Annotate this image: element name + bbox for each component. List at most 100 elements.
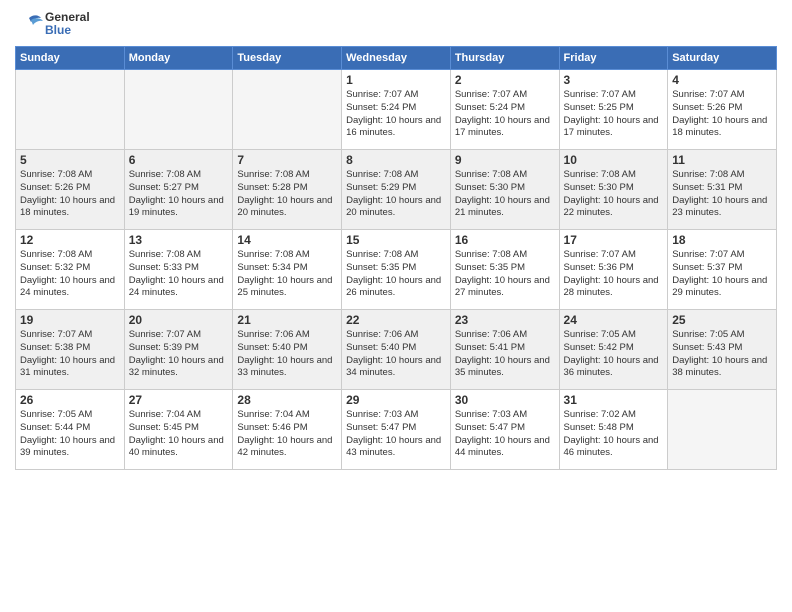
day-info: Sunrise: 7:07 AM Sunset: 5:39 PM Dayligh… (129, 329, 229, 380)
day-number: 19 (20, 313, 120, 327)
calendar-cell: 9 Sunrise: 7:08 AM Sunset: 5:30 PM Daylig… (450, 150, 559, 230)
day-info: Sunrise: 7:07 AM Sunset: 5:38 PM Dayligh… (20, 329, 120, 380)
day-number: 15 (346, 233, 446, 247)
day-number: 13 (129, 233, 229, 247)
calendar-cell: 8 Sunrise: 7:08 AM Sunset: 5:29 PM Daylig… (342, 150, 451, 230)
logo: General Blue (15, 10, 90, 38)
logo-text-block: General Blue (15, 10, 90, 38)
day-info: Sunrise: 7:08 AM Sunset: 5:31 PM Dayligh… (672, 169, 772, 220)
day-number: 17 (564, 233, 664, 247)
day-number: 24 (564, 313, 664, 327)
day-number: 21 (237, 313, 337, 327)
calendar-cell: 20 Sunrise: 7:07 AM Sunset: 5:39 PM Dayli… (124, 310, 233, 390)
day-info: Sunrise: 7:06 AM Sunset: 5:41 PM Dayligh… (455, 329, 555, 380)
day-info: Sunrise: 7:08 AM Sunset: 5:29 PM Dayligh… (346, 169, 446, 220)
calendar-cell: 28 Sunrise: 7:04 AM Sunset: 5:46 PM Dayli… (233, 390, 342, 470)
calendar-cell: 15 Sunrise: 7:08 AM Sunset: 5:35 PM Dayli… (342, 230, 451, 310)
day-number: 29 (346, 393, 446, 407)
calendar-cell: 17 Sunrise: 7:07 AM Sunset: 5:36 PM Dayli… (559, 230, 668, 310)
day-number: 1 (346, 73, 446, 87)
weekday-header-saturday: Saturday (668, 47, 777, 70)
day-number: 23 (455, 313, 555, 327)
day-info: Sunrise: 7:07 AM Sunset: 5:26 PM Dayligh… (672, 89, 772, 140)
day-number: 3 (564, 73, 664, 87)
weekday-header-tuesday: Tuesday (233, 47, 342, 70)
calendar-cell: 27 Sunrise: 7:04 AM Sunset: 5:45 PM Dayli… (124, 390, 233, 470)
day-info: Sunrise: 7:08 AM Sunset: 5:30 PM Dayligh… (455, 169, 555, 220)
calendar-cell: 22Sunrise: 7:06 AM Sunset: 5:40 PM Dayli… (342, 310, 451, 390)
calendar-cell: 30 Sunrise: 7:03 AM Sunset: 5:47 PM Dayli… (450, 390, 559, 470)
calendar-cell: 26Sunrise: 7:05 AM Sunset: 5:44 PM Dayli… (16, 390, 125, 470)
logo-bird-icon (15, 10, 43, 38)
day-number: 11 (672, 153, 772, 167)
logo-line2: Blue (45, 24, 90, 37)
day-info: Sunrise: 7:07 AM Sunset: 5:24 PM Dayligh… (346, 89, 446, 140)
day-info: Sunrise: 7:07 AM Sunset: 5:24 PM Dayligh… (455, 89, 555, 140)
weekday-header-row: SundayMondayTuesdayWednesdayThursdayFrid… (16, 47, 777, 70)
calendar-week-4: 19 Sunrise: 7:07 AM Sunset: 5:38 PM Dayli… (16, 310, 777, 390)
calendar-cell (124, 70, 233, 150)
calendar-table: SundayMondayTuesdayWednesdayThursdayFrid… (15, 46, 777, 470)
day-number: 27 (129, 393, 229, 407)
calendar-week-3: 12Sunrise: 7:08 AM Sunset: 5:32 PM Dayli… (16, 230, 777, 310)
day-info: Sunrise: 7:08 AM Sunset: 5:27 PM Dayligh… (129, 169, 229, 220)
day-number: 9 (455, 153, 555, 167)
day-info: Sunrise: 7:08 AM Sunset: 5:35 PM Dayligh… (455, 249, 555, 300)
day-info: Sunrise: 7:07 AM Sunset: 5:25 PM Dayligh… (564, 89, 664, 140)
calendar-cell: 18Sunrise: 7:07 AM Sunset: 5:37 PM Dayli… (668, 230, 777, 310)
calendar-cell: 19 Sunrise: 7:07 AM Sunset: 5:38 PM Dayli… (16, 310, 125, 390)
day-info: Sunrise: 7:08 AM Sunset: 5:30 PM Dayligh… (564, 169, 664, 220)
day-number: 2 (455, 73, 555, 87)
calendar-cell: 7 Sunrise: 7:08 AM Sunset: 5:28 PM Daylig… (233, 150, 342, 230)
calendar-cell: 16Sunrise: 7:08 AM Sunset: 5:35 PM Dayli… (450, 230, 559, 310)
day-info: Sunrise: 7:08 AM Sunset: 5:28 PM Dayligh… (237, 169, 337, 220)
day-info: Sunrise: 7:08 AM Sunset: 5:35 PM Dayligh… (346, 249, 446, 300)
day-info: Sunrise: 7:03 AM Sunset: 5:47 PM Dayligh… (346, 409, 446, 460)
header: General Blue (15, 10, 777, 38)
calendar-week-2: 5Sunrise: 7:08 AM Sunset: 5:26 PM Daylig… (16, 150, 777, 230)
calendar-cell: 13 Sunrise: 7:08 AM Sunset: 5:33 PM Dayli… (124, 230, 233, 310)
day-number: 30 (455, 393, 555, 407)
calendar-cell: 3 Sunrise: 7:07 AM Sunset: 5:25 PM Daylig… (559, 70, 668, 150)
calendar-cell: 29 Sunrise: 7:03 AM Sunset: 5:47 PM Dayli… (342, 390, 451, 470)
day-info: Sunrise: 7:03 AM Sunset: 5:47 PM Dayligh… (455, 409, 555, 460)
weekday-header-thursday: Thursday (450, 47, 559, 70)
calendar-cell (233, 70, 342, 150)
day-info: Sunrise: 7:07 AM Sunset: 5:36 PM Dayligh… (564, 249, 664, 300)
weekday-header-friday: Friday (559, 47, 668, 70)
day-number: 20 (129, 313, 229, 327)
calendar-cell: 11 Sunrise: 7:08 AM Sunset: 5:31 PM Dayli… (668, 150, 777, 230)
day-info: Sunrise: 7:05 AM Sunset: 5:42 PM Dayligh… (564, 329, 664, 380)
calendar-cell: 23 Sunrise: 7:06 AM Sunset: 5:41 PM Dayli… (450, 310, 559, 390)
day-number: 25 (672, 313, 772, 327)
day-number: 10 (564, 153, 664, 167)
calendar-cell: 1 Sunrise: 7:07 AM Sunset: 5:24 PM Daylig… (342, 70, 451, 150)
calendar-cell: 2 Sunrise: 7:07 AM Sunset: 5:24 PM Daylig… (450, 70, 559, 150)
day-info: Sunrise: 7:08 AM Sunset: 5:26 PM Dayligh… (20, 169, 120, 220)
calendar-week-1: 1 Sunrise: 7:07 AM Sunset: 5:24 PM Daylig… (16, 70, 777, 150)
calendar-week-5: 26Sunrise: 7:05 AM Sunset: 5:44 PM Dayli… (16, 390, 777, 470)
page: General Blue SundayMondayTuesdayWednesda… (0, 0, 792, 612)
weekday-header-sunday: Sunday (16, 47, 125, 70)
day-info: Sunrise: 7:04 AM Sunset: 5:46 PM Dayligh… (237, 409, 337, 460)
day-number: 7 (237, 153, 337, 167)
day-number: 8 (346, 153, 446, 167)
calendar-cell (16, 70, 125, 150)
day-number: 28 (237, 393, 337, 407)
day-info: Sunrise: 7:08 AM Sunset: 5:34 PM Dayligh… (237, 249, 337, 300)
day-number: 14 (237, 233, 337, 247)
calendar-cell: 21 Sunrise: 7:06 AM Sunset: 5:40 PM Dayli… (233, 310, 342, 390)
calendar-cell: 24 Sunrise: 7:05 AM Sunset: 5:42 PM Dayli… (559, 310, 668, 390)
day-number: 18 (672, 233, 772, 247)
day-number: 12 (20, 233, 120, 247)
day-number: 4 (672, 73, 772, 87)
day-info: Sunrise: 7:06 AM Sunset: 5:40 PM Dayligh… (237, 329, 337, 380)
calendar-cell: 10 Sunrise: 7:08 AM Sunset: 5:30 PM Dayli… (559, 150, 668, 230)
calendar-cell: 6Sunrise: 7:08 AM Sunset: 5:27 PM Daylig… (124, 150, 233, 230)
day-info: Sunrise: 7:08 AM Sunset: 5:33 PM Dayligh… (129, 249, 229, 300)
weekday-header-monday: Monday (124, 47, 233, 70)
calendar-cell: 25 Sunrise: 7:05 AM Sunset: 5:43 PM Dayli… (668, 310, 777, 390)
calendar-cell: 14 Sunrise: 7:08 AM Sunset: 5:34 PM Dayli… (233, 230, 342, 310)
day-info: Sunrise: 7:05 AM Sunset: 5:43 PM Dayligh… (672, 329, 772, 380)
day-info: Sunrise: 7:04 AM Sunset: 5:45 PM Dayligh… (129, 409, 229, 460)
